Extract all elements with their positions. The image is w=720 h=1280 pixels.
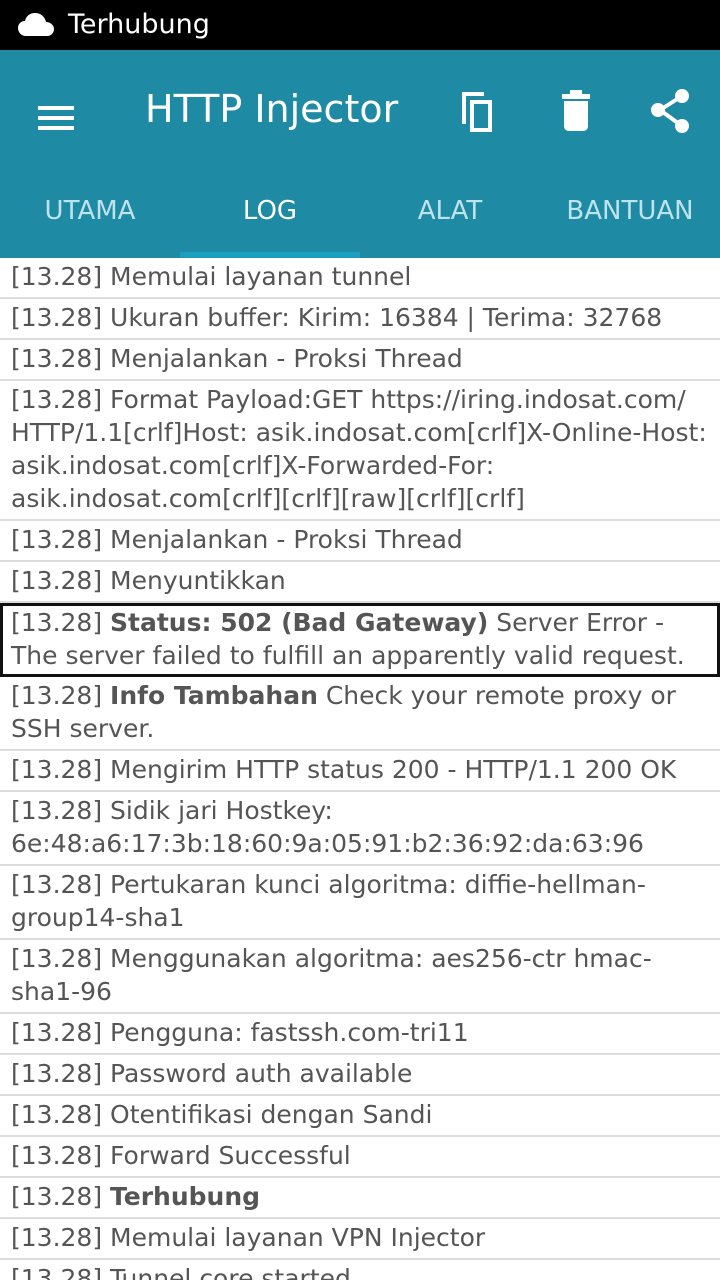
log-entry[interactable]: [13.28] Terhubung [0, 1178, 720, 1219]
log-timestamp: [13.28] [11, 525, 103, 554]
log-entry[interactable]: [13.28] Memulai layanan VPN Injector [0, 1219, 720, 1260]
log-timestamp: [13.28] [11, 1059, 103, 1088]
log-message: Otentifikasi dengan Sandi [110, 1100, 433, 1129]
log-timestamp: [13.28] [11, 303, 103, 332]
copy-icon [462, 92, 492, 132]
log-message: Sidik jari Hostkey: 6e:48:a6:17:3b:18:60… [11, 796, 644, 858]
copy-button[interactable] [448, 80, 512, 144]
log-entry[interactable]: [13.28] Menjalankan - Proksi Thread [0, 340, 720, 381]
app-bar: HTTP Injector UTAMA LOG ALAT BANTUAN [0, 50, 720, 258]
tab-utama[interactable]: UTAMA [0, 178, 180, 258]
log-entry[interactable]: [13.28] Menyuntikkan [0, 562, 720, 603]
share-icon [651, 89, 689, 133]
log-message: Forward Successful [110, 1141, 351, 1170]
log-message: Tunnel core started [110, 1264, 351, 1280]
log-message: Mengirim HTTP status 200 - HTTP/1.1 200 … [110, 755, 677, 784]
tab-bar: UTAMA LOG ALAT BANTUAN [0, 178, 720, 258]
log-message: Menggunakan algoritma: aes256-ctr hmac-s… [11, 944, 652, 1006]
log-message: Password auth available [110, 1059, 413, 1088]
log-entry[interactable]: [13.28] Memulai layanan tunnel [0, 258, 720, 299]
log-emphasis: Info Tambahan [110, 681, 318, 710]
hamburger-menu-icon[interactable] [24, 86, 88, 150]
log-message: Memulai layanan VPN Injector [110, 1223, 486, 1252]
app-title: HTTP Injector [145, 87, 399, 131]
log-message: Format Payload:GET https://iring.indosat… [11, 385, 707, 513]
log-timestamp: [13.28] [11, 1100, 103, 1129]
log-entry[interactable]: [13.28] Tunnel core started [0, 1260, 720, 1280]
log-timestamp: [13.28] [11, 796, 103, 825]
log-timestamp: [13.28] [11, 1223, 103, 1252]
log-entry[interactable]: [13.28] Pengguna: fastssh.com-tri11 [0, 1014, 720, 1055]
share-button[interactable] [640, 80, 704, 144]
tab-label: BANTUAN [566, 196, 694, 226]
log-timestamp: [13.28] [11, 944, 103, 973]
log-message: Pengguna: fastssh.com-tri11 [110, 1018, 469, 1047]
log-entry[interactable]: [13.28] Status: 502 (Bad Gateway) Server… [0, 603, 720, 677]
tab-alat[interactable]: ALAT [360, 178, 540, 258]
log-message: Memulai layanan tunnel [110, 262, 412, 291]
log-timestamp: [13.28] [11, 566, 103, 595]
log-timestamp: [13.28] [11, 1018, 103, 1047]
log-timestamp: [13.28] [11, 608, 103, 637]
log-timestamp: [13.28] [11, 1141, 103, 1170]
log-list[interactable]: [13.28] Memulai layanan tunnel [13.28] Uk… [0, 258, 720, 1280]
log-timestamp: [13.28] [11, 681, 103, 710]
log-entry[interactable]: [13.28] Otentifikasi dengan Sandi [0, 1096, 720, 1137]
log-entry[interactable]: [13.28] Menggunakan algoritma: aes256-ct… [0, 940, 720, 1014]
log-entry[interactable]: [13.28] Format Payload:GET https://iring… [0, 381, 720, 521]
log-entry[interactable]: [13.28] Info Tambahan Check your remote … [0, 677, 720, 751]
connection-status-text: Terhubung [68, 9, 210, 40]
log-entry[interactable]: [13.28] Ukuran buffer: Kirim: 16384 | Te… [0, 299, 720, 340]
log-timestamp: [13.28] [11, 262, 103, 291]
log-timestamp: [13.28] [11, 870, 103, 899]
log-timestamp: [13.28] [11, 755, 103, 784]
tab-label: ALAT [417, 196, 483, 226]
log-emphasis: Terhubung [110, 1182, 261, 1211]
log-entry[interactable]: [13.28] Mengirim HTTP status 200 - HTTP/… [0, 751, 720, 792]
log-message: Pertukaran kunci algoritma: diffie-hellm… [11, 870, 646, 932]
log-message: Menyuntikkan [110, 566, 286, 595]
log-entry[interactable]: [13.28] Sidik jari Hostkey: 6e:48:a6:17:… [0, 792, 720, 866]
log-entry[interactable]: [13.28] Menjalankan - Proksi Thread [0, 521, 720, 562]
log-entry[interactable]: [13.28] Pertukaran kunci algoritma: diff… [0, 866, 720, 940]
log-entry[interactable]: [13.28] Forward Successful [0, 1137, 720, 1178]
log-emphasis: Status: 502 (Bad Gateway) [110, 608, 489, 637]
status-bar: Terhubung [0, 0, 720, 50]
tab-log[interactable]: LOG [180, 178, 360, 258]
delete-icon [562, 90, 590, 131]
delete-button[interactable] [544, 80, 608, 144]
cloud-icon [18, 13, 54, 36]
log-message: Menjalankan - Proksi Thread [110, 525, 463, 554]
log-timestamp: [13.28] [11, 344, 103, 373]
log-timestamp: [13.28] [11, 1264, 103, 1280]
tab-bantuan[interactable]: BANTUAN [540, 178, 720, 258]
log-entry[interactable]: [13.28] Password auth available [0, 1055, 720, 1096]
log-message: Menjalankan - Proksi Thread [110, 344, 463, 373]
tab-label: LOG [242, 196, 298, 226]
log-message: Ukuran buffer: Kirim: 16384 | Terima: 32… [110, 303, 663, 332]
log-timestamp: [13.28] [11, 1182, 103, 1211]
log-timestamp: [13.28] [11, 385, 103, 414]
tab-label: UTAMA [44, 196, 136, 226]
